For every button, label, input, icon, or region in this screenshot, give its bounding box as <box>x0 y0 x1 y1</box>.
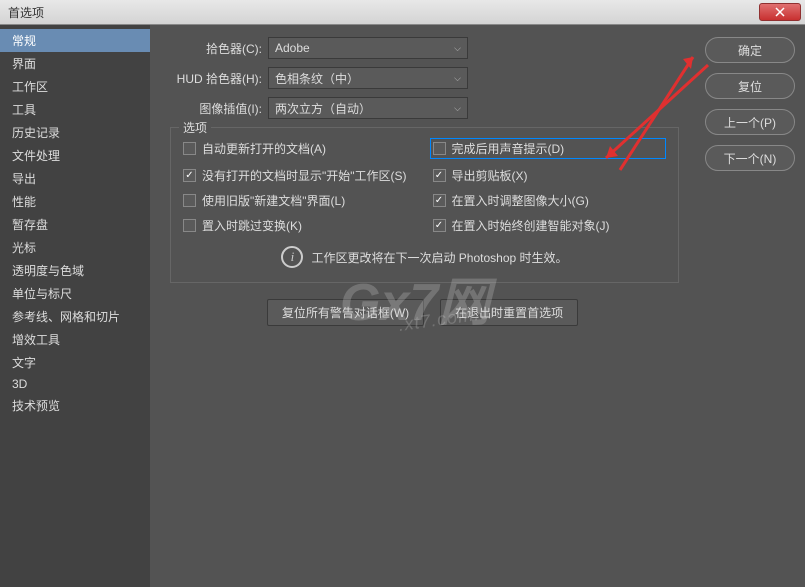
checkbox-label: 没有打开的文档时显示"开始"工作区(S) <box>202 167 407 184</box>
window-title: 首选项 <box>4 4 44 21</box>
hud-label: HUD 拾色器(H): <box>158 70 268 87</box>
checkbox-smart-object[interactable]: 在置入时始终创建智能对象(J) <box>433 217 667 234</box>
main-panel: 拾色器(C): Adobe ⌵ HUD 拾色器(H): 色相条纹（中） ⌵ 图像… <box>150 25 695 587</box>
sidebar-item-guides[interactable]: 参考线、网格和切片 <box>0 305 150 328</box>
hud-value: 色相条纹（中） <box>275 70 359 87</box>
sidebar-item-preview[interactable]: 技术预览 <box>0 394 150 417</box>
sidebar-item-performance[interactable]: 性能 <box>0 190 150 213</box>
chevron-down-icon: ⌵ <box>454 103 461 114</box>
sidebar-item-export[interactable]: 导出 <box>0 167 150 190</box>
info-text: 工作区更改将在下一次启动 Photoshop 时生效。 <box>311 249 567 266</box>
checkbox-show-start[interactable]: 没有打开的文档时显示"开始"工作区(S) <box>183 167 417 184</box>
reset-on-quit-button[interactable]: 在退出时重置首选项 <box>440 299 578 326</box>
checkbox-icon <box>433 219 446 232</box>
chevron-down-icon: ⌵ <box>454 43 461 54</box>
sidebar-item-type[interactable]: 文字 <box>0 351 150 374</box>
ok-button[interactable]: 确定 <box>705 37 795 63</box>
sidebar-item-history[interactable]: 历史记录 <box>0 121 150 144</box>
sidebar-item-workspace[interactable]: 工作区 <box>0 75 150 98</box>
close-icon <box>775 7 785 17</box>
content: 常规 界面 工作区 工具 历史记录 文件处理 导出 性能 暂存盘 光标 透明度与… <box>0 25 805 587</box>
next-button[interactable]: 下一个(N) <box>705 145 795 171</box>
hud-dropdown[interactable]: 色相条纹（中） ⌵ <box>268 67 468 89</box>
sidebar-item-scratch[interactable]: 暂存盘 <box>0 213 150 236</box>
checkbox-label: 置入时跳过变换(K) <box>202 217 302 234</box>
checkbox-auto-update[interactable]: 自动更新打开的文档(A) <box>183 138 417 159</box>
info-icon: i <box>281 246 303 268</box>
checkbox-label: 导出剪贴板(X) <box>452 167 528 184</box>
reset-warnings-button[interactable]: 复位所有警告对话框(W) <box>267 299 424 326</box>
close-button[interactable] <box>759 3 801 21</box>
bottom-buttons: 复位所有警告对话框(W) 在退出时重置首选项 <box>158 299 687 326</box>
sidebar-item-transparency[interactable]: 透明度与色域 <box>0 259 150 282</box>
chevron-down-icon: ⌵ <box>454 73 461 84</box>
sidebar-item-tools[interactable]: 工具 <box>0 98 150 121</box>
checkbox-icon <box>433 169 446 182</box>
interp-row: 图像插值(I): 两次立方（自动） ⌵ <box>158 97 687 119</box>
picker-dropdown[interactable]: Adobe ⌵ <box>268 37 468 59</box>
sidebar-item-3d[interactable]: 3D <box>0 374 150 394</box>
checkbox-icon <box>183 169 196 182</box>
picker-row: 拾色器(C): Adobe ⌵ <box>158 37 687 59</box>
right-panel: 确定 复位 上一个(P) 下一个(N) <box>695 25 805 587</box>
sidebar: 常规 界面 工作区 工具 历史记录 文件处理 导出 性能 暂存盘 光标 透明度与… <box>0 25 150 587</box>
sidebar-item-plugins[interactable]: 增效工具 <box>0 328 150 351</box>
interp-value: 两次立方（自动） <box>275 100 371 117</box>
sidebar-item-cursors[interactable]: 光标 <box>0 236 150 259</box>
options-grid: 自动更新打开的文档(A) 完成后用声音提示(D) 没有打开的文档时显示"开始"工… <box>183 138 666 234</box>
fieldset-legend: 选项 <box>179 119 211 136</box>
options-fieldset: 选项 自动更新打开的文档(A) 完成后用声音提示(D) 没有打开的文档时显示"开… <box>170 127 679 283</box>
sidebar-item-filehandling[interactable]: 文件处理 <box>0 144 150 167</box>
checkbox-legacy-new[interactable]: 使用旧版"新建文档"界面(L) <box>183 192 417 209</box>
checkbox-beep[interactable]: 完成后用声音提示(D) <box>430 138 667 159</box>
interp-label: 图像插值(I): <box>158 100 268 117</box>
titlebar: 首选项 <box>0 0 805 25</box>
checkbox-icon <box>183 194 196 207</box>
checkbox-icon <box>433 194 446 207</box>
picker-value: Adobe <box>275 41 310 55</box>
checkbox-label: 完成后用声音提示(D) <box>452 140 565 157</box>
checkbox-icon <box>183 219 196 232</box>
prev-button[interactable]: 上一个(P) <box>705 109 795 135</box>
picker-label: 拾色器(C): <box>158 40 268 57</box>
checkbox-label: 在置入时调整图像大小(G) <box>452 192 589 209</box>
checkbox-skip-transform[interactable]: 置入时跳过变换(K) <box>183 217 417 234</box>
info-row: i 工作区更改将在下一次启动 Photoshop 时生效。 <box>183 246 666 268</box>
sidebar-item-general[interactable]: 常规 <box>0 29 150 52</box>
checkbox-label: 在置入时始终创建智能对象(J) <box>452 217 610 234</box>
checkbox-resize-place[interactable]: 在置入时调整图像大小(G) <box>433 192 667 209</box>
checkbox-label: 使用旧版"新建文档"界面(L) <box>202 192 345 209</box>
checkbox-export-clipboard[interactable]: 导出剪贴板(X) <box>433 167 667 184</box>
sidebar-item-units[interactable]: 单位与标尺 <box>0 282 150 305</box>
checkbox-icon <box>433 142 446 155</box>
hud-row: HUD 拾色器(H): 色相条纹（中） ⌵ <box>158 67 687 89</box>
checkbox-icon <box>183 142 196 155</box>
checkbox-label: 自动更新打开的文档(A) <box>202 140 326 157</box>
reset-button[interactable]: 复位 <box>705 73 795 99</box>
sidebar-item-interface[interactable]: 界面 <box>0 52 150 75</box>
interp-dropdown[interactable]: 两次立方（自动） ⌵ <box>268 97 468 119</box>
